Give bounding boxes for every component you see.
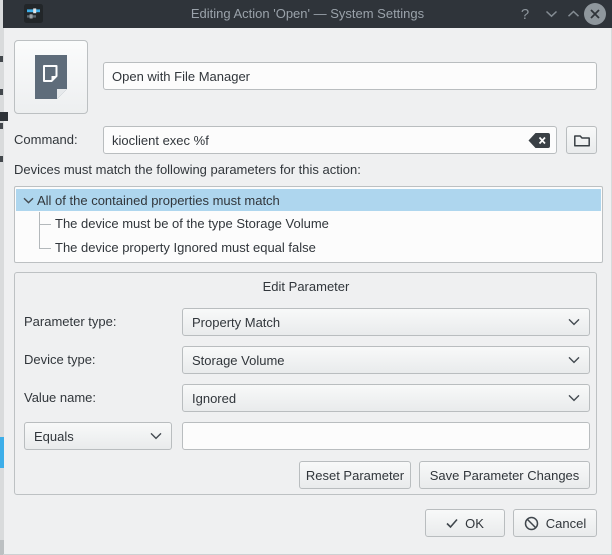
command-input[interactable] [103,126,557,154]
value-name-label: Value name: [24,384,96,412]
browse-file-button[interactable] [566,126,597,154]
combobox-value: Equals [34,429,74,444]
combobox-value: Ignored [192,391,236,406]
parameter-type-combobox[interactable]: Property Match [182,308,590,336]
parameter-tree[interactable]: All of the contained properties must mat… [14,186,603,263]
document-icon [32,54,70,100]
folder-icon [573,133,591,148]
cancel-button[interactable]: Cancel [513,509,597,537]
devices-heading: Devices must match the following paramet… [14,161,361,179]
background-artifact [0,56,3,62]
help-icon: ? [521,6,529,23]
value-name-combobox[interactable]: Ignored [182,384,590,412]
chevron-down-icon [568,394,580,402]
operator-combobox[interactable]: Equals [24,422,172,450]
button-label: OK [465,516,484,531]
background-artifact [0,156,3,162]
button-label: Cancel [546,516,586,531]
background-window-sliver [0,0,4,555]
reset-parameter-button[interactable]: Reset Parameter [299,461,411,489]
background-artifact [0,123,3,129]
clear-text-icon[interactable] [527,132,551,149]
device-type-label: Device type: [24,346,96,374]
tree-item-label: All of the contained properties must mat… [37,193,280,208]
tree-branch-line [39,248,51,249]
help-button[interactable]: ? [511,0,539,28]
parameter-type-label: Parameter type: [24,308,117,336]
close-button[interactable] [584,3,606,25]
tree-branch-line [39,212,40,248]
background-artifact [0,89,3,95]
button-label: Reset Parameter [306,468,404,483]
tree-item-child[interactable]: The device property Ignored must equal f… [55,237,316,259]
chevron-down-icon [568,356,580,364]
minimize-button[interactable] [539,0,563,28]
combobox-value: Property Match [192,315,280,330]
combobox-value: Storage Volume [192,353,285,368]
action-name-input[interactable] [103,62,597,90]
chevron-down-icon [150,432,162,440]
action-icon-button[interactable] [14,40,88,114]
chevron-down-icon [568,318,580,326]
checkmark-icon [446,518,458,529]
parameter-value-input[interactable] [182,422,590,450]
command-label: Command: [14,126,78,154]
background-selection-sliver [0,437,4,468]
save-parameter-button[interactable]: Save Parameter Changes [419,461,590,489]
chevron-up-icon [567,10,580,18]
close-icon [589,8,601,20]
cancel-icon [524,516,539,531]
maximize-button[interactable] [561,0,585,28]
expander-chevron-icon[interactable] [23,197,35,204]
tree-item-child[interactable]: The device must be of the type Storage V… [55,213,329,235]
device-type-combobox[interactable]: Storage Volume [182,346,590,374]
tree-item-root[interactable]: All of the contained properties must mat… [16,189,601,211]
button-label: Save Parameter Changes [430,468,580,483]
chevron-down-icon [545,10,558,18]
background-artifact [0,112,8,121]
ok-button[interactable]: OK [425,509,505,537]
group-title: Edit Parameter [0,279,612,294]
tree-branch-line [39,224,51,225]
dialog-window: Editing Action 'Open' — System Settings … [0,0,612,555]
background-artifact [0,540,4,555]
titlebar[interactable]: Editing Action 'Open' — System Settings … [3,0,612,28]
